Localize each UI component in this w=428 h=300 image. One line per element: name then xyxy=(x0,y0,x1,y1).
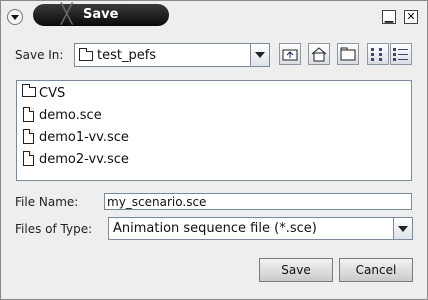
up-folder-button[interactable] xyxy=(279,43,301,65)
file-icon xyxy=(23,151,34,166)
iconify-icon[interactable]: ▁ xyxy=(382,10,396,24)
close-icon[interactable]: ✕ xyxy=(404,10,418,24)
details-view-icon xyxy=(393,48,408,61)
list-item-label: demo2-vv.sce xyxy=(39,152,129,167)
app-glyph-icon: ╳ xyxy=(61,3,73,25)
window-title: Save xyxy=(83,7,119,22)
title-bar: ╳ Save ▁ ✕ xyxy=(1,1,427,33)
files-of-type-value: Animation sequence file (*.sce) xyxy=(113,221,317,236)
folder-icon xyxy=(79,48,93,61)
save-in-label: Save In: xyxy=(15,48,64,62)
current-folder: test_pefs xyxy=(97,48,157,63)
files-of-type-combo[interactable]: Animation sequence file (*.sce) xyxy=(108,217,413,240)
list-item[interactable]: demo1-vv.sce xyxy=(21,128,221,148)
up-folder-icon xyxy=(282,49,298,61)
list-item-label: CVS xyxy=(39,86,66,101)
save-button[interactable]: Save xyxy=(259,258,333,282)
file-icon xyxy=(23,129,34,144)
home-button[interactable] xyxy=(308,43,330,65)
cancel-button[interactable]: Cancel xyxy=(339,258,413,282)
file-name-field[interactable] xyxy=(104,193,412,210)
file-name-label: File Name: xyxy=(15,195,79,209)
folder-icon xyxy=(22,84,36,97)
list-item-label: demo1-vv.sce xyxy=(39,130,129,145)
new-folder-icon xyxy=(340,47,356,61)
file-name-input[interactable] xyxy=(105,194,411,209)
list-item[interactable]: CVS xyxy=(21,84,221,104)
list-item[interactable]: demo.sce xyxy=(21,106,221,126)
window-menu-icon[interactable] xyxy=(7,9,23,25)
files-of-type-label: Files of Type: xyxy=(15,222,93,236)
list-view-icon xyxy=(371,48,382,61)
save-dialog: ╳ Save ▁ ✕ Save In: test_pefs CVS demo.s… xyxy=(0,0,428,300)
list-item[interactable]: demo2-vv.sce xyxy=(21,150,221,170)
list-view-button[interactable] xyxy=(367,43,389,65)
file-list[interactable]: CVS demo.sce demo1-vv.sce demo2-vv.sce xyxy=(16,80,412,181)
save-in-combo[interactable]: test_pefs xyxy=(74,43,270,67)
chevron-down-icon[interactable] xyxy=(250,44,269,66)
new-folder-button[interactable] xyxy=(337,43,359,65)
home-icon xyxy=(311,47,327,62)
list-item-label: demo.sce xyxy=(39,108,102,123)
file-icon xyxy=(23,107,34,122)
details-view-button[interactable] xyxy=(390,43,412,65)
title-pill: ╳ Save xyxy=(33,3,169,26)
chevron-down-icon[interactable] xyxy=(393,218,412,239)
